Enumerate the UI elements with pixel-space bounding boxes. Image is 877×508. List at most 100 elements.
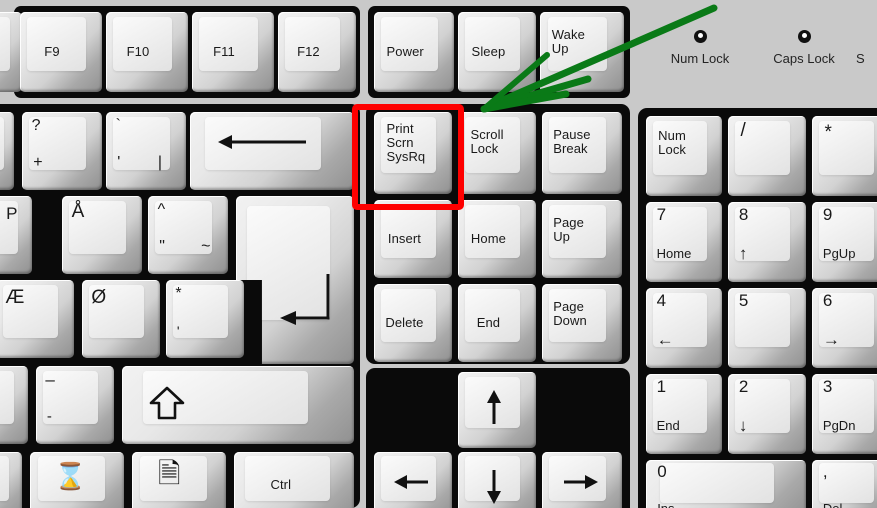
key-insert[interactable]: Insert	[374, 200, 452, 278]
key-sublabel: PgUp	[822, 246, 856, 262]
key-label: 3	[822, 377, 833, 397]
key-star-apostrophe[interactable]: * '	[166, 280, 244, 358]
caps-lock-led-icon	[797, 30, 811, 43]
key-page-up[interactable]: Page Up	[542, 200, 622, 278]
indicator-label: Num Lock	[670, 51, 730, 66]
key-numpad-divide[interactable]: /	[728, 116, 806, 196]
key-numpad-3[interactable]: 3 PgDn	[812, 374, 877, 454]
key-sublabel: Home	[656, 246, 692, 262]
key-f12[interactable]: F12	[278, 12, 356, 92]
key-label: F10	[126, 44, 150, 59]
key-numpad-6[interactable]: 6 →	[812, 288, 877, 368]
key-arrow-left[interactable]	[374, 452, 452, 508]
key-sublabel-arrow-up: ↑	[738, 244, 748, 264]
key-a-ring[interactable]: Å	[62, 196, 142, 274]
key-right-shift[interactable]	[122, 366, 354, 444]
key-arrow-up[interactable]	[458, 372, 536, 448]
menu-document-icon: 🗎	[158, 458, 181, 489]
key-partial-period[interactable]	[0, 366, 28, 444]
key-label: P	[6, 203, 18, 223]
key-label-bottom: '	[176, 322, 180, 339]
key-label-top: –	[45, 370, 55, 390]
key-label: Wake Up	[551, 27, 585, 56]
key-f10[interactable]: F10	[106, 12, 188, 92]
key-partial-0[interactable]	[0, 112, 14, 190]
key-numpad-8[interactable]: 8 ↑	[728, 202, 806, 282]
key-numpad-4[interactable]: 4 ←	[646, 288, 722, 368]
key-sublabel-arrow-down: ↓	[738, 416, 748, 436]
key-sublabel: Del	[823, 501, 843, 508]
key-label: Ctrl	[270, 477, 292, 492]
key-sublabel: End	[656, 418, 680, 434]
key-f11[interactable]: F11	[192, 12, 274, 92]
key-label: 2	[738, 377, 749, 397]
indicator-scroll-lock-partial: S	[856, 30, 877, 66]
key-label: F11	[213, 44, 235, 59]
key-question-plus[interactable]: ? +	[22, 112, 102, 190]
key-right-ctrl[interactable]: Ctrl	[234, 452, 354, 508]
arrow-up-icon	[487, 390, 501, 424]
key-label: 6	[822, 291, 833, 311]
key-numpad-2[interactable]: 2 ↓	[728, 374, 806, 454]
key-label: 4	[656, 291, 667, 311]
key-windows[interactable]: ⌛	[30, 452, 124, 508]
key-label: 1	[656, 377, 667, 397]
key-p[interactable]: P	[0, 196, 32, 274]
key-menu[interactable]: 🗎	[132, 452, 226, 508]
key-o-slash[interactable]: Ø	[82, 280, 160, 358]
key-numpad-multiply[interactable]: *	[812, 116, 877, 196]
key-label: 8	[738, 205, 749, 225]
indicator-label: Caps Lock	[773, 51, 835, 66]
key-page-down[interactable]: Page Down	[542, 284, 622, 362]
key-f9[interactable]: F9	[20, 12, 102, 92]
key-power[interactable]: Power	[374, 12, 454, 92]
backspace-arrow-icon	[218, 135, 306, 149]
key-label-bottom: -	[46, 407, 52, 425]
key-label: F12	[297, 44, 320, 59]
key-numpad-1[interactable]: 1 End	[646, 374, 722, 454]
key-label-right: |	[157, 153, 162, 171]
key-arrow-down[interactable]	[458, 452, 536, 508]
hourglass-icon: ⌛	[54, 461, 87, 491]
key-label-top: ?	[31, 117, 41, 135]
arrow-left-icon	[394, 475, 428, 489]
key-ae[interactable]: Æ	[0, 280, 74, 358]
key-delete[interactable]: Delete	[374, 284, 452, 362]
key-label: /	[740, 120, 746, 141]
key-end[interactable]: End	[458, 284, 536, 362]
key-num-lock[interactable]: Num Lock	[646, 116, 722, 196]
key-home[interactable]: Home	[458, 200, 536, 278]
key-numpad-5[interactable]: 5	[728, 288, 806, 368]
key-sleep[interactable]: Sleep	[458, 12, 536, 92]
key-pause-break[interactable]: Pause Break	[542, 112, 622, 194]
key-label-top: ^	[157, 201, 166, 219]
enter-arrow-icon	[280, 274, 330, 325]
key-label: *	[824, 121, 832, 143]
key-label: Å	[71, 201, 85, 223]
key-numpad-0[interactable]: 0 Ins	[646, 460, 806, 508]
key-caret-tilde[interactable]: ^ " ~	[148, 196, 228, 274]
key-backspace[interactable]	[190, 112, 354, 190]
key-label: Page Up	[553, 214, 584, 244]
key-label: Num Lock	[658, 127, 687, 157]
arrow-down-icon	[487, 470, 501, 504]
key-numpad-decimal[interactable]: , Del	[812, 460, 877, 508]
key-f8-partial[interactable]	[0, 12, 22, 92]
key-label-mid: '	[117, 153, 121, 171]
key-label: Print Scrn SysRq	[386, 120, 426, 164]
key-label: ,	[822, 461, 828, 481]
key-accent-pipe[interactable]: ` ' |	[106, 112, 186, 190]
key-label-bottom: +	[33, 153, 43, 171]
key-label: 7	[656, 205, 667, 225]
keyboard-photo: F9 F10 F11 F12 Power Sleep Wake Up Num L…	[0, 0, 877, 508]
key-print-screen[interactable]: Print Scrn SysRq	[374, 112, 452, 194]
key-wake-up[interactable]: Wake Up	[540, 12, 624, 92]
key-label: F9	[44, 44, 60, 59]
key-scroll-lock[interactable]: Scroll Lock	[458, 112, 536, 194]
num-lock-led-icon	[693, 30, 707, 43]
key-dash-underscore[interactable]: – -	[36, 366, 114, 444]
key-numpad-9[interactable]: 9 PgUp	[812, 202, 877, 282]
key-numpad-7[interactable]: 7 Home	[646, 202, 722, 282]
key-partial-altgr[interactable]	[0, 452, 22, 508]
key-arrow-right[interactable]	[542, 452, 622, 508]
